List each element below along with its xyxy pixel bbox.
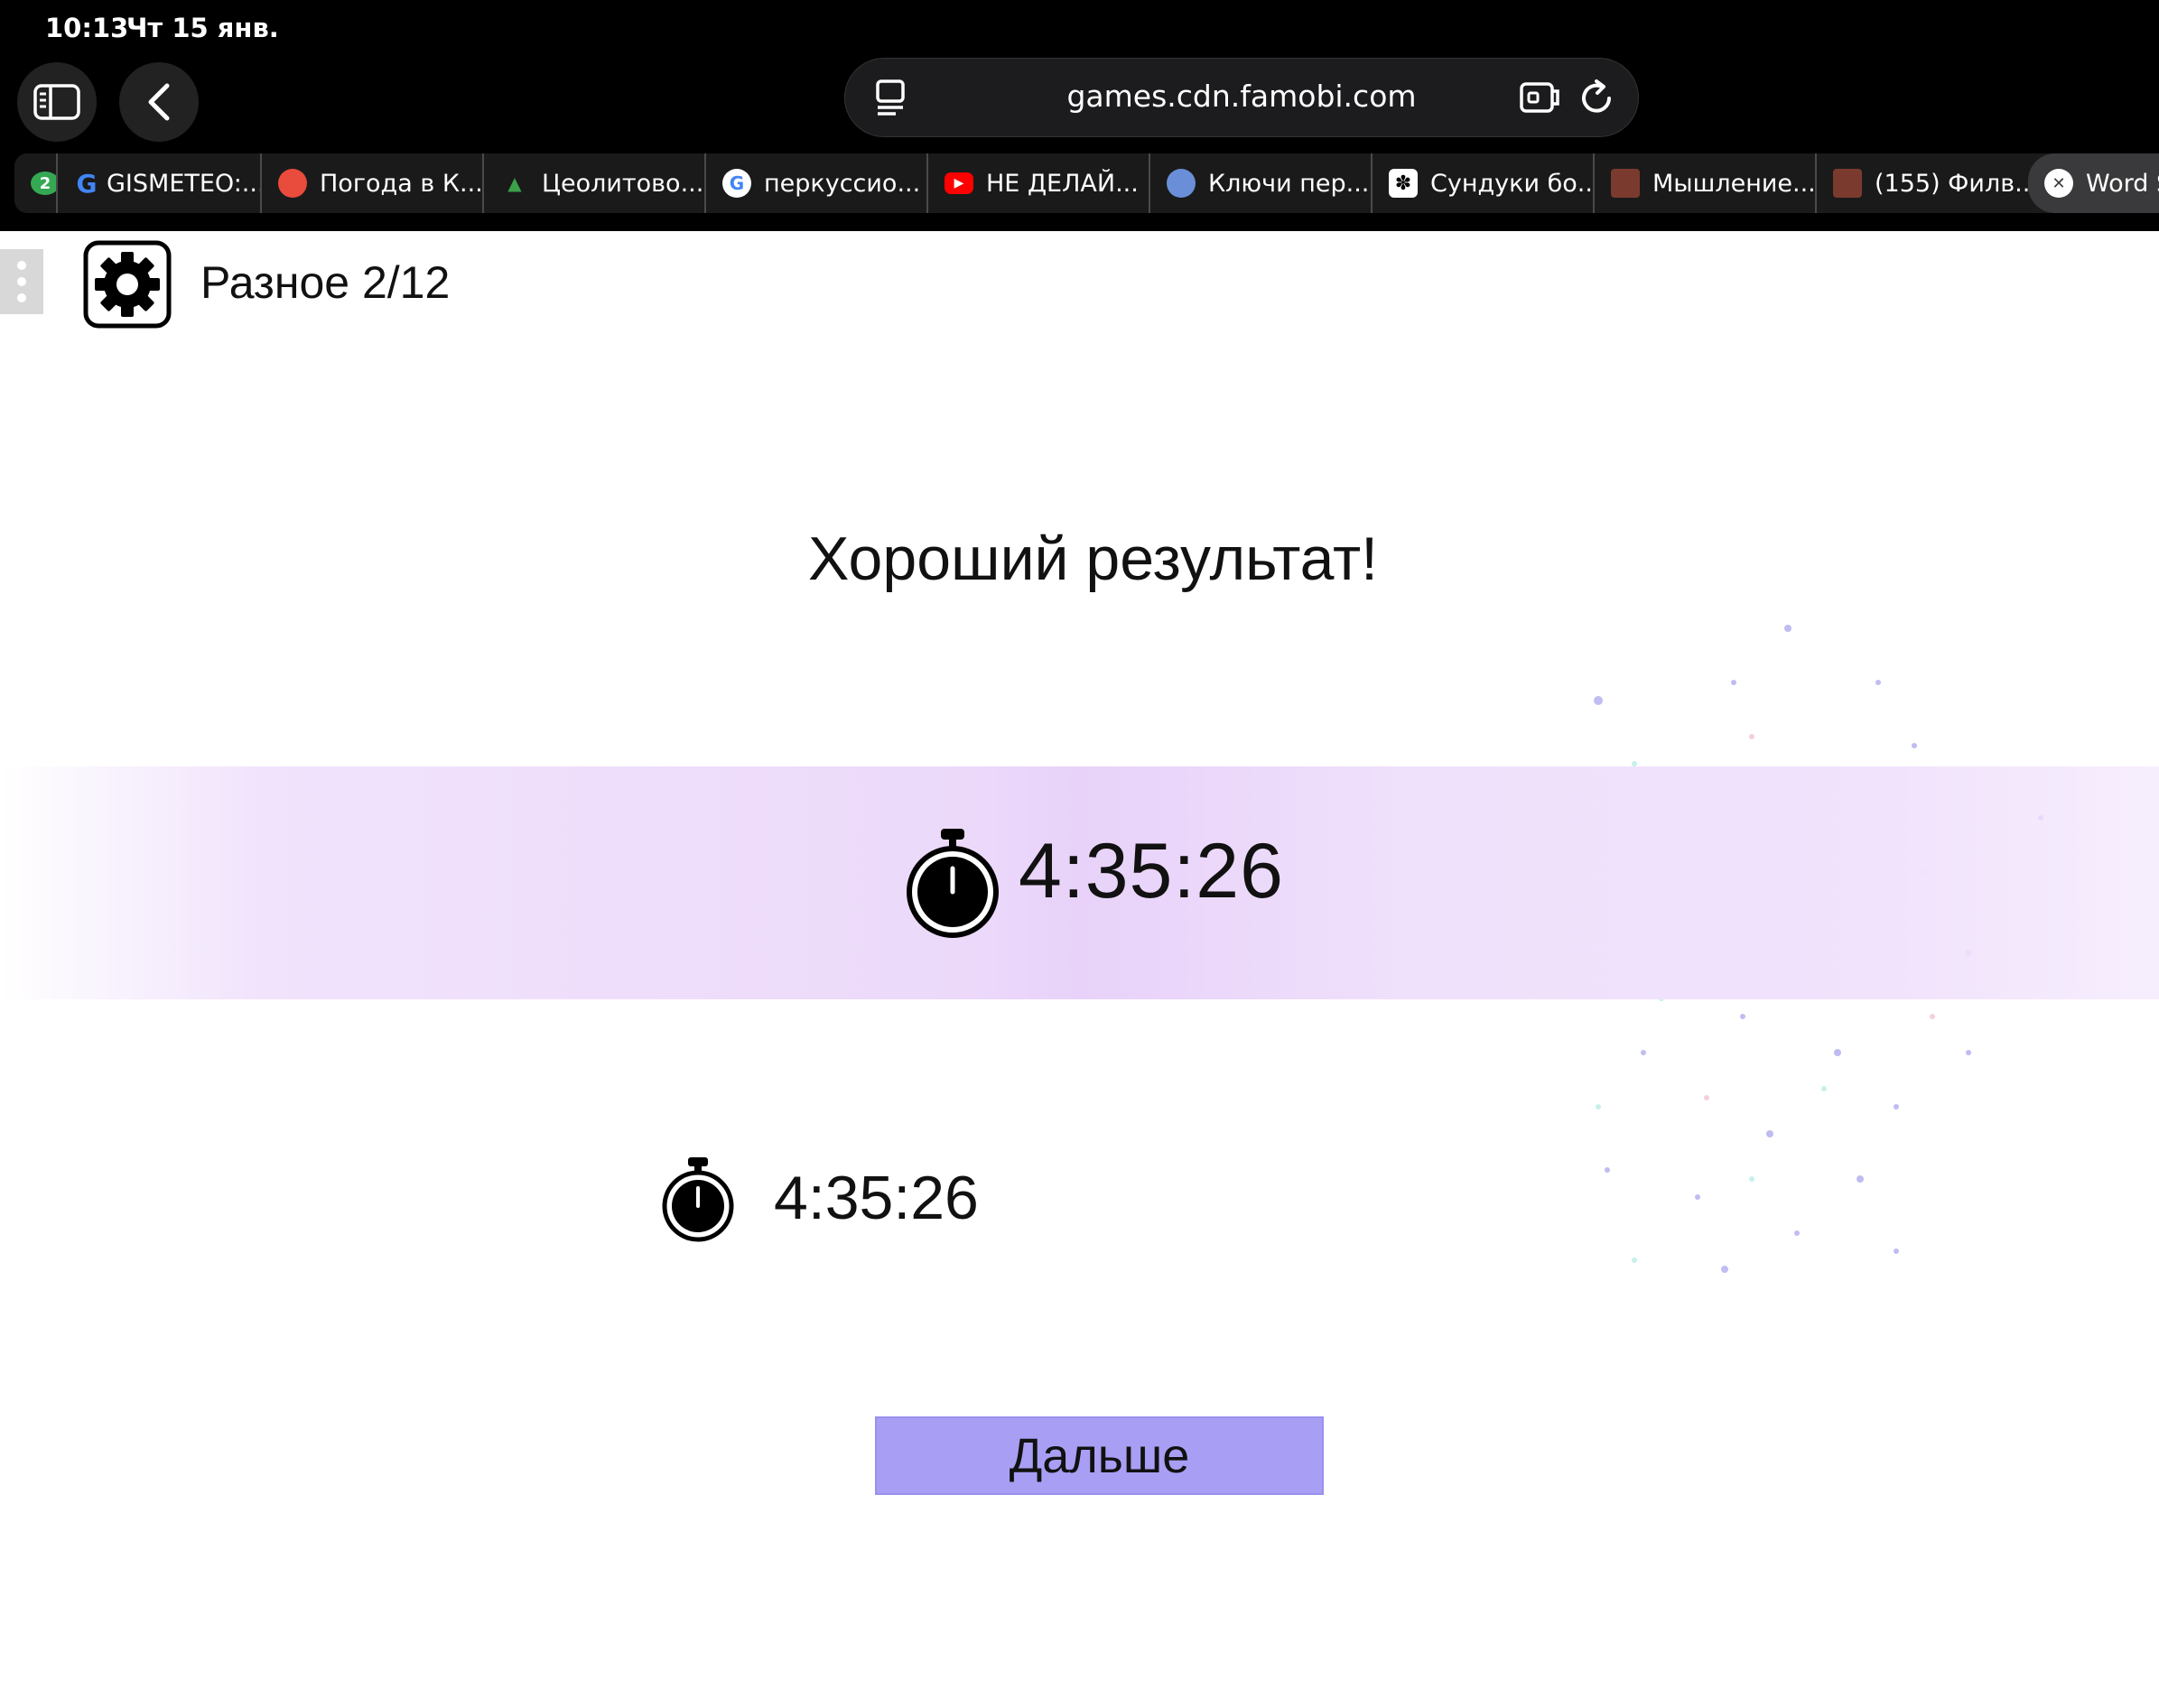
tab-label: НЕ ДЕЛАЙ... (986, 169, 1139, 198)
tab-label: Погода в К... (320, 169, 483, 198)
reload-icon[interactable] (1578, 79, 1616, 116)
address-bar[interactable]: games.cdn.famobi.com (844, 58, 1639, 137)
tab-label: Цеолитово... (542, 169, 704, 198)
tab-weather[interactable]: Погода в К... (262, 153, 484, 213)
gismeteo-icon: G (76, 168, 98, 199)
extension-icon[interactable] (1518, 79, 1561, 116)
status-bar: 10:13 Чт 15 янв. (0, 0, 2159, 58)
tab-keys[interactable]: Ключи пер... (1150, 153, 1373, 213)
paw-icon: ✽ (1389, 169, 1418, 198)
tab-label: перкуссио... (764, 169, 921, 198)
tab-group[interactable]: 2 (14, 153, 58, 213)
status-time: 10:13 (45, 13, 129, 43)
game-canvas: Разное 2/12 Хороший результат! 4:35:26 4… (0, 231, 2159, 1708)
result-title-text: Хороший результат! (807, 524, 1379, 593)
umbrella-icon (278, 169, 307, 198)
tab-label: Word S (2086, 169, 2159, 198)
tab-thinking[interactable]: Мышление... (1595, 153, 1817, 213)
sidebar-icon (33, 84, 80, 120)
settings-gear-icon[interactable] (83, 240, 172, 329)
stopwatch-icon (907, 829, 999, 938)
chevron-left-icon (148, 83, 170, 121)
tabs-strip: 2 G GISMETEO:... Погода в К... ▲ Цеолито… (14, 153, 2159, 213)
thumbnail-icon (1833, 169, 1862, 198)
result-title: Хороший результат! (0, 524, 2159, 594)
level-title: Разное 2/12 (200, 257, 451, 308)
tab-google[interactable]: G перкуссио... (706, 153, 928, 213)
tab-label: Ключи пер... (1208, 169, 1370, 198)
google-icon: G (722, 169, 751, 198)
tab-label: GISMETEO:... (107, 169, 262, 198)
status-date: Чт 15 янв. (126, 13, 279, 43)
site-icon (1167, 169, 1196, 198)
current-time: 4:35:26 (1019, 828, 1284, 914)
mountain-icon: ▲ (507, 172, 522, 194)
best-time-stopwatch-icon (662, 1157, 734, 1242)
tab-chests[interactable]: ✽ Сундуки бо... (1373, 153, 1595, 213)
back-button[interactable] (119, 62, 199, 142)
close-tab-icon[interactable]: ✕ (2044, 169, 2073, 198)
tab-label: Мышление... (1652, 169, 1816, 198)
best-time: 4:35:26 (774, 1164, 979, 1232)
tab-video[interactable]: (155) Филв... (1817, 153, 2039, 213)
next-button[interactable]: Дальше (875, 1416, 1324, 1495)
tab-youtube[interactable]: ▶ НЕ ДЕЛАЙ... (928, 153, 1150, 213)
sidebar-toggle-button[interactable] (17, 62, 97, 142)
tab-label: Сундуки бо... (1430, 169, 1595, 198)
tab-gismeteo[interactable]: G GISMETEO:... (58, 153, 262, 213)
side-menu-handle[interactable] (0, 249, 43, 314)
thumbnail-icon (1611, 169, 1640, 198)
tab-zeolite[interactable]: ▲ Цеолитово... (484, 153, 706, 213)
youtube-icon: ▶ (945, 172, 973, 194)
tab-word-active[interactable]: ✕ Word S (2028, 153, 2159, 213)
tab-label: (155) Филв... (1875, 169, 2038, 198)
tab-group-badge: 2 (31, 172, 56, 195)
